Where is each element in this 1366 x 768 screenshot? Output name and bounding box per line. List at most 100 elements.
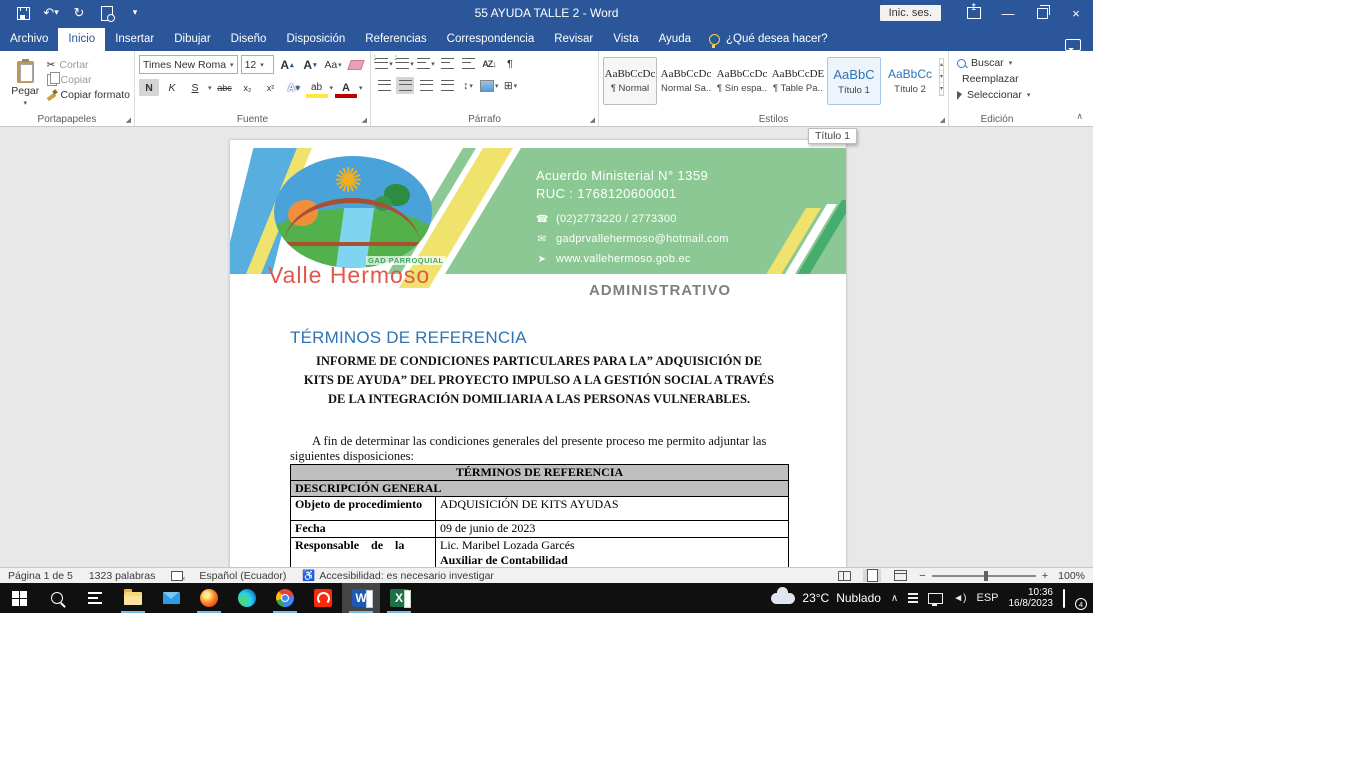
cut-button[interactable]: ✂Cortar — [47, 59, 130, 71]
undo-button[interactable]: ↶▾ — [42, 4, 60, 22]
chrome-button[interactable] — [266, 583, 304, 613]
style-table-paragraph[interactable]: AaBbCcDE ¶ Table Pa... — [771, 57, 825, 105]
superscript-button[interactable]: x² — [261, 79, 281, 96]
font-dialog-launcher[interactable]: ◢ — [362, 116, 367, 124]
show-marks-button[interactable]: ¶ — [501, 55, 519, 72]
customize-qat-button[interactable]: ▾ — [126, 4, 144, 22]
tab-insertar[interactable]: Insertar — [105, 28, 164, 51]
network-button[interactable] — [928, 593, 943, 604]
language-indicator[interactable]: Español (Ecuador) — [191, 570, 294, 582]
format-painter-button[interactable]: Copiar formato — [47, 89, 130, 101]
zoom-out-button[interactable]: − — [919, 570, 925, 582]
align-right-button[interactable] — [417, 77, 435, 94]
clipboard-dialog-launcher[interactable]: ◢ — [126, 116, 131, 124]
numbering-button[interactable]: ▾ — [396, 55, 414, 72]
style-normal[interactable]: AaBbCcDc ¶ Normal — [603, 57, 657, 105]
document-page[interactable]: ✺ Valle Hermoso GAD PARROQUIAL Acuerdo M… — [230, 140, 846, 567]
paste-button[interactable]: Pegar ▾ — [4, 55, 47, 112]
redo-button[interactable]: ↻ — [70, 4, 88, 22]
start-button[interactable] — [0, 583, 38, 613]
style-titulo-1[interactable]: AaBbC Título 1 — [827, 57, 881, 105]
styles-dialog-launcher[interactable]: ◢ — [940, 116, 945, 124]
highlight-caret-icon[interactable]: ▾ — [330, 84, 334, 92]
borders-button[interactable]: ⊞▾ — [502, 77, 520, 94]
highlight-button[interactable]: ab — [307, 79, 327, 96]
excel-taskbar-button[interactable]: X — [380, 583, 418, 613]
increase-indent-button[interactable] — [459, 55, 477, 72]
subscript-button[interactable]: x₂ — [238, 79, 258, 96]
zoom-slider-thumb[interactable] — [984, 571, 988, 581]
minimize-button[interactable]: — — [991, 0, 1025, 26]
tab-disposicion[interactable]: Disposición — [276, 28, 355, 51]
tab-referencias[interactable]: Referencias — [355, 28, 436, 51]
shading-button[interactable]: ▾ — [480, 77, 499, 94]
acrobat-button[interactable] — [304, 583, 342, 613]
font-name-combo[interactable]: Times New Roma▾ — [139, 55, 238, 74]
grow-font-button[interactable]: A▴ — [277, 56, 297, 73]
sign-in-button[interactable]: Inic. ses. — [880, 5, 941, 21]
style-titulo-2[interactable]: AaBbCc Título 2 — [883, 57, 937, 105]
tab-correspondencia[interactable]: Correspondencia — [437, 28, 545, 51]
tab-inicio[interactable]: Inicio — [58, 28, 105, 51]
tray-app-button[interactable] — [908, 593, 918, 603]
line-spacing-button[interactable]: ↕▾ — [459, 77, 477, 94]
ribbon-display-options-button[interactable] — [957, 0, 991, 26]
change-case-button[interactable]: Aa▾ — [323, 56, 343, 73]
file-explorer-button[interactable] — [114, 583, 152, 613]
sort-button[interactable]: AZ↓ — [480, 55, 498, 72]
print-layout-button[interactable] — [863, 569, 881, 582]
font-color-button[interactable]: A — [336, 79, 356, 96]
tab-diseno[interactable]: Diseño — [221, 28, 277, 51]
justify-button[interactable] — [438, 77, 456, 94]
mail-button[interactable] — [152, 583, 190, 613]
tab-revisar[interactable]: Revisar — [544, 28, 603, 51]
styles-scroll-up-icon[interactable]: ▴ — [940, 59, 943, 71]
align-center-button[interactable] — [396, 77, 414, 94]
copy-button[interactable]: Copiar — [47, 74, 130, 86]
zoom-slider[interactable] — [932, 575, 1036, 577]
feedback-icon[interactable] — [1065, 39, 1081, 51]
strikethrough-button[interactable]: abc — [215, 79, 235, 96]
find-button[interactable]: Buscar▾ — [957, 57, 1041, 69]
styles-gallery-more-icon[interactable]: ▾ — [940, 83, 943, 95]
font-color-caret-icon[interactable]: ▾ — [359, 84, 363, 92]
decrease-indent-button[interactable] — [438, 55, 456, 72]
print-preview-button[interactable] — [98, 4, 116, 22]
action-center-button[interactable]: 4 — [1063, 590, 1083, 606]
underline-button[interactable]: S — [185, 79, 205, 96]
multilevel-list-button[interactable]: ▾ — [417, 55, 435, 72]
select-button[interactable]: Seleccionar▾ — [957, 89, 1041, 101]
align-left-button[interactable] — [375, 77, 393, 94]
weather-widget[interactable]: 23°C Nublado — [771, 591, 881, 605]
underline-caret-icon[interactable]: ▾ — [208, 84, 212, 92]
collapse-ribbon-button[interactable]: ∧ — [1076, 111, 1083, 122]
bold-button[interactable]: N — [139, 79, 159, 96]
font-size-combo[interactable]: 12▾ — [241, 55, 274, 74]
paragraph-dialog-launcher[interactable]: ◢ — [590, 116, 595, 124]
firefox-button[interactable] — [190, 583, 228, 613]
accessibility-status[interactable]: ♿Accesibilidad: es necesario investigar — [294, 569, 502, 582]
tab-archivo[interactable]: Archivo — [0, 28, 58, 51]
shrink-font-button[interactable]: A▾ — [300, 56, 320, 73]
edge-button[interactable] — [228, 583, 266, 613]
page-indicator[interactable]: Página 1 de 5 — [0, 570, 81, 582]
style-normal-sa[interactable]: AaBbCcDc Normal Sa... — [659, 57, 713, 105]
clear-formatting-button[interactable] — [346, 56, 366, 73]
tell-me-box[interactable]: ¿Qué desea hacer? — [701, 28, 836, 51]
zoom-in-button[interactable]: + — [1042, 570, 1048, 582]
close-button[interactable]: × — [1059, 0, 1093, 26]
styles-scroll-down-icon[interactable]: ▾ — [940, 71, 943, 83]
taskbar-search-button[interactable] — [38, 583, 76, 613]
document-area[interactable]: ✺ Valle Hermoso GAD PARROQUIAL Acuerdo M… — [0, 127, 1093, 567]
italic-button[interactable]: K — [162, 79, 182, 96]
tab-dibujar[interactable]: Dibujar — [164, 28, 220, 51]
styles-gallery-scroll[interactable]: ▴ ▾ ▾ — [939, 58, 944, 96]
tray-expand-button[interactable]: ∧ — [891, 593, 898, 604]
word-count[interactable]: 1323 palabras — [81, 570, 164, 582]
clock[interactable]: 10:36 16/8/2023 — [1009, 587, 1054, 609]
word-taskbar-button[interactable]: W — [342, 583, 380, 613]
web-layout-button[interactable] — [891, 569, 909, 582]
replace-button[interactable]: Reemplazar — [957, 73, 1041, 85]
restore-button[interactable] — [1025, 0, 1059, 26]
tab-ayuda[interactable]: Ayuda — [649, 28, 701, 51]
